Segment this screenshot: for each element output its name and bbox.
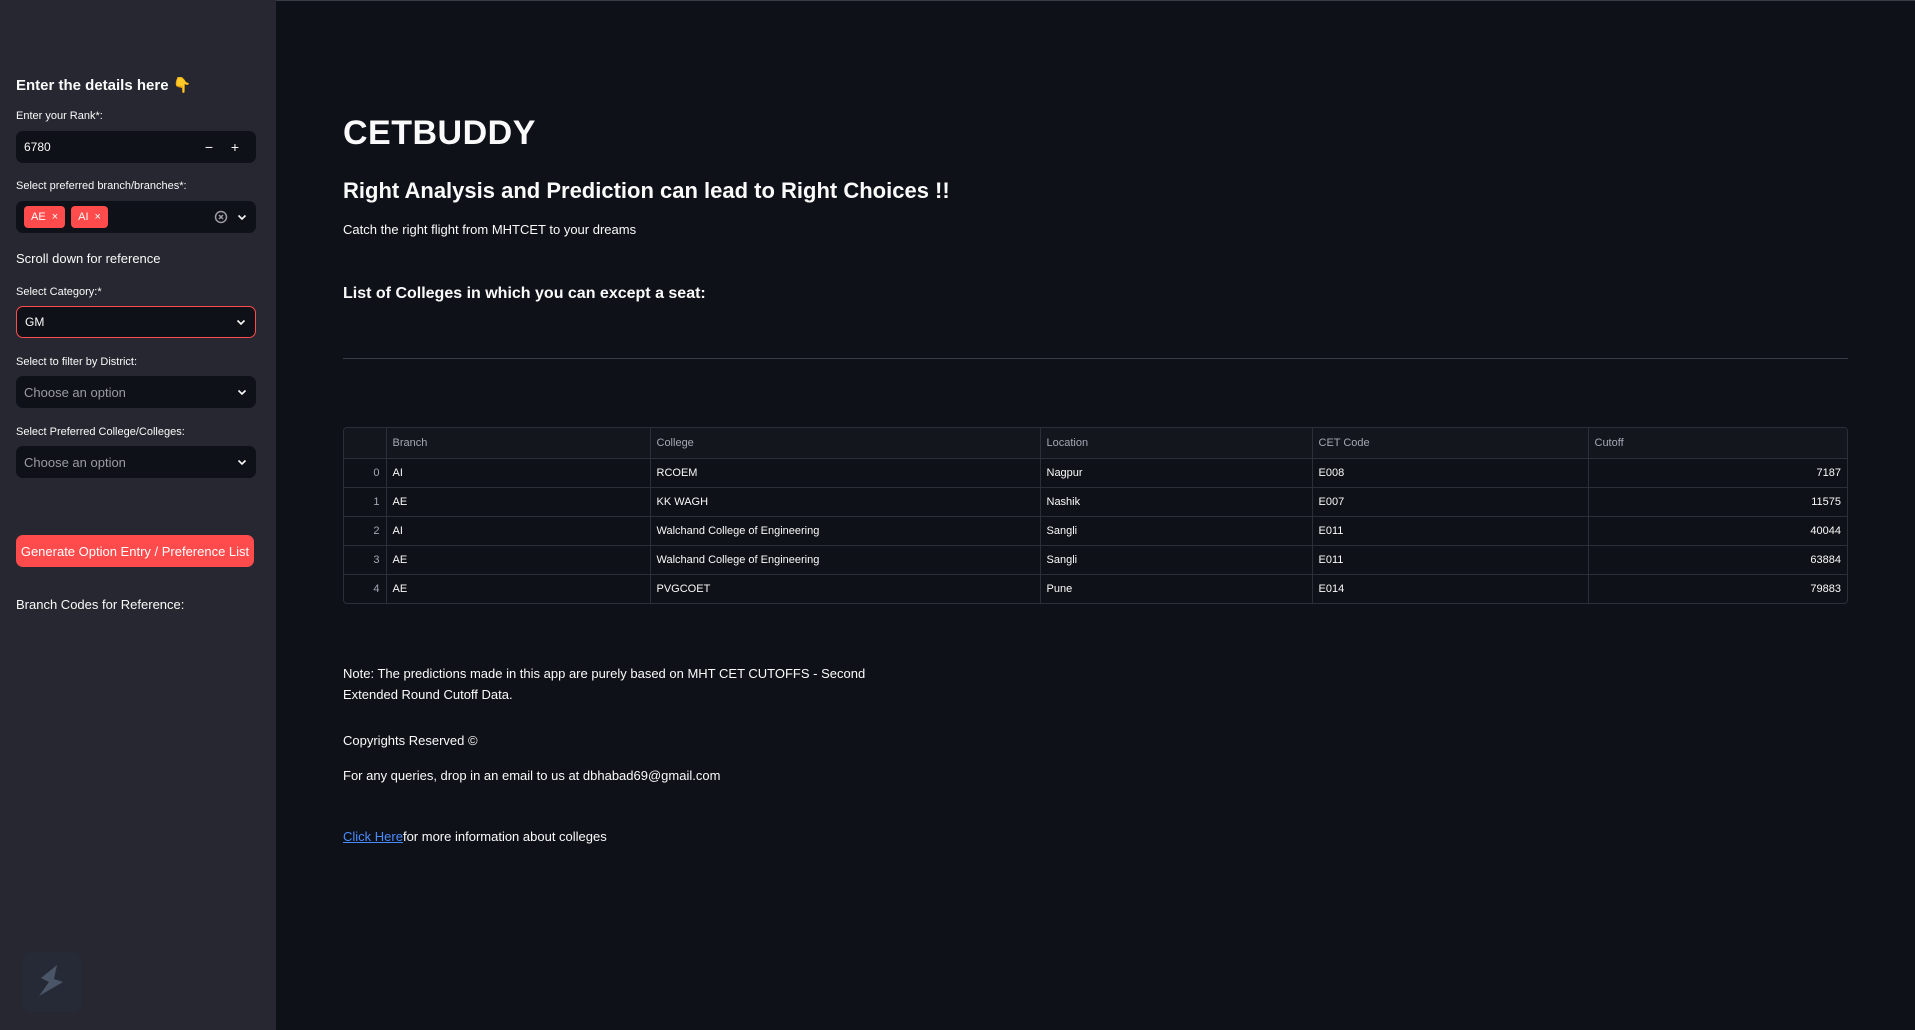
disclaimer-note: Note: The predictions made in this app a… xyxy=(343,666,866,702)
branch-label: Select preferred branch/branches*: xyxy=(16,180,187,192)
chevron-down-icon[interactable] xyxy=(236,211,248,223)
copyright-text: Copyrights Reserved © xyxy=(343,733,478,748)
cell-branch[interactable]: AI xyxy=(386,516,651,546)
row-index: 4 xyxy=(344,574,387,603)
cell-college[interactable]: RCOEM xyxy=(650,458,1041,488)
decrement-button[interactable]: − xyxy=(196,139,222,155)
district-placeholder: Choose an option xyxy=(24,384,126,400)
table-row: 1 AE KK WAGH Nashik E007 11575 xyxy=(344,487,1847,517)
sidebar-heading: Enter the details here 👇 xyxy=(16,77,192,94)
cell-branch[interactable]: AE xyxy=(386,545,651,575)
section-divider xyxy=(343,358,1848,359)
branch-multiselect[interactable]: AE × AI × xyxy=(16,201,256,233)
cell-college[interactable]: Walchand College of Engineering xyxy=(650,545,1041,575)
cell-cet-code[interactable]: E011 xyxy=(1312,516,1589,546)
cell-cutoff[interactable]: 7187 xyxy=(1588,458,1847,488)
contact-text: For any queries, drop in an email to us … xyxy=(343,768,721,783)
cell-location[interactable]: Nagpur xyxy=(1040,458,1313,488)
streamlit-logo-icon xyxy=(39,965,63,996)
college-label: Select Preferred College/Colleges: xyxy=(16,426,185,438)
click-here-link[interactable]: Click Here xyxy=(343,829,403,844)
branch-tag-ai-label: AI xyxy=(78,211,89,223)
cell-college[interactable]: KK WAGH xyxy=(650,487,1041,517)
row-index: 0 xyxy=(344,458,387,488)
sidebar: Enter the details here 👇 Enter your Rank… xyxy=(0,0,276,1030)
chevron-down-icon xyxy=(237,389,247,396)
cell-location[interactable]: Pune xyxy=(1040,574,1313,603)
table-row: 0 AI RCOEM Nagpur E008 7187 xyxy=(344,458,1847,488)
remove-tag-ai-icon[interactable]: × xyxy=(95,211,101,223)
clear-all-icon[interactable] xyxy=(214,210,228,224)
cell-cet-code[interactable]: E014 xyxy=(1312,574,1589,603)
column-header-index[interactable] xyxy=(344,428,387,459)
top-divider xyxy=(0,0,1915,1)
page-subtitle: Right Analysis and Prediction can lead t… xyxy=(343,178,950,203)
cell-location[interactable]: Nashik xyxy=(1040,487,1313,517)
category-select[interactable]: GM xyxy=(16,306,256,338)
rank-number-input[interactable]: 6780 − + xyxy=(16,131,256,163)
district-select[interactable]: Choose an option xyxy=(16,376,256,408)
column-header-location[interactable]: Location xyxy=(1040,428,1313,459)
cell-college[interactable]: PVGCOET xyxy=(650,574,1041,603)
table-row: 2 AI Walchand College of Engineering San… xyxy=(344,516,1847,546)
district-label: Select to filter by District: xyxy=(16,356,138,368)
cell-cet-code[interactable]: E008 xyxy=(1312,458,1589,488)
branch-tag-ae: AE × xyxy=(24,206,66,228)
tagline: Catch the right flight from MHTCET to yo… xyxy=(343,222,637,237)
rank-label: Enter your Rank*: xyxy=(16,110,103,122)
college-table[interactable]: Branch College Location CET Code Cutoff … xyxy=(343,427,1848,604)
chevron-down-icon xyxy=(237,459,247,466)
column-header-college[interactable]: College xyxy=(650,428,1041,459)
more-info-text: for more information about colleges xyxy=(402,829,607,844)
rank-value[interactable]: 6780 xyxy=(24,140,196,154)
column-header-branch[interactable]: Branch xyxy=(386,428,651,459)
table-row: 3 AE Walchand College of Engineering San… xyxy=(344,545,1847,575)
table-header-row: Branch College Location CET Code Cutoff xyxy=(344,428,1847,459)
cell-cet-code[interactable]: E007 xyxy=(1312,487,1589,517)
branch-codes-title: Branch Codes for Reference: xyxy=(16,597,185,612)
row-index: 1 xyxy=(344,487,387,517)
cell-cutoff[interactable]: 11575 xyxy=(1588,487,1847,517)
scroll-note: Scroll down for reference xyxy=(16,251,161,266)
table-row: 4 AE PVGCOET Pune E014 79883 xyxy=(344,574,1847,603)
cell-cutoff[interactable]: 40044 xyxy=(1588,516,1847,546)
row-index: 3 xyxy=(344,545,387,575)
column-header-cet-code[interactable]: CET Code xyxy=(1312,428,1589,459)
cell-branch[interactable]: AI xyxy=(386,458,651,488)
college-placeholder: Choose an option xyxy=(24,454,126,470)
more-info-line: Click Herefor more information about col… xyxy=(343,829,607,844)
cell-location[interactable]: Sangli xyxy=(1040,545,1313,575)
branch-tag-ae-label: AE xyxy=(31,211,46,223)
remove-tag-ae-icon[interactable]: × xyxy=(52,211,58,223)
increment-button[interactable]: + xyxy=(222,139,248,155)
category-value: GM xyxy=(25,315,45,329)
cell-cutoff[interactable]: 79883 xyxy=(1588,574,1847,603)
generate-list-button[interactable]: Generate Option Entry / Preference List xyxy=(16,535,254,567)
cell-cutoff[interactable]: 63884 xyxy=(1588,545,1847,575)
college-select[interactable]: Choose an option xyxy=(16,446,256,478)
row-index: 2 xyxy=(344,516,387,546)
cell-branch[interactable]: AE xyxy=(386,574,651,603)
cell-location[interactable]: Sangli xyxy=(1040,516,1313,546)
category-label: Select Category:* xyxy=(16,286,102,298)
chevron-down-icon xyxy=(236,319,246,326)
page-title: CETBUDDY xyxy=(343,114,536,152)
branch-tag-ai: AI × xyxy=(71,206,108,228)
cell-college[interactable]: Walchand College of Engineering xyxy=(650,516,1041,546)
cell-branch[interactable]: AE xyxy=(386,487,651,517)
college-list-heading: List of Colleges in which you can except… xyxy=(343,285,706,302)
cell-cet-code[interactable]: E011 xyxy=(1312,545,1589,575)
column-header-cutoff[interactable]: Cutoff xyxy=(1588,428,1847,459)
app-logo[interactable] xyxy=(22,952,82,1012)
